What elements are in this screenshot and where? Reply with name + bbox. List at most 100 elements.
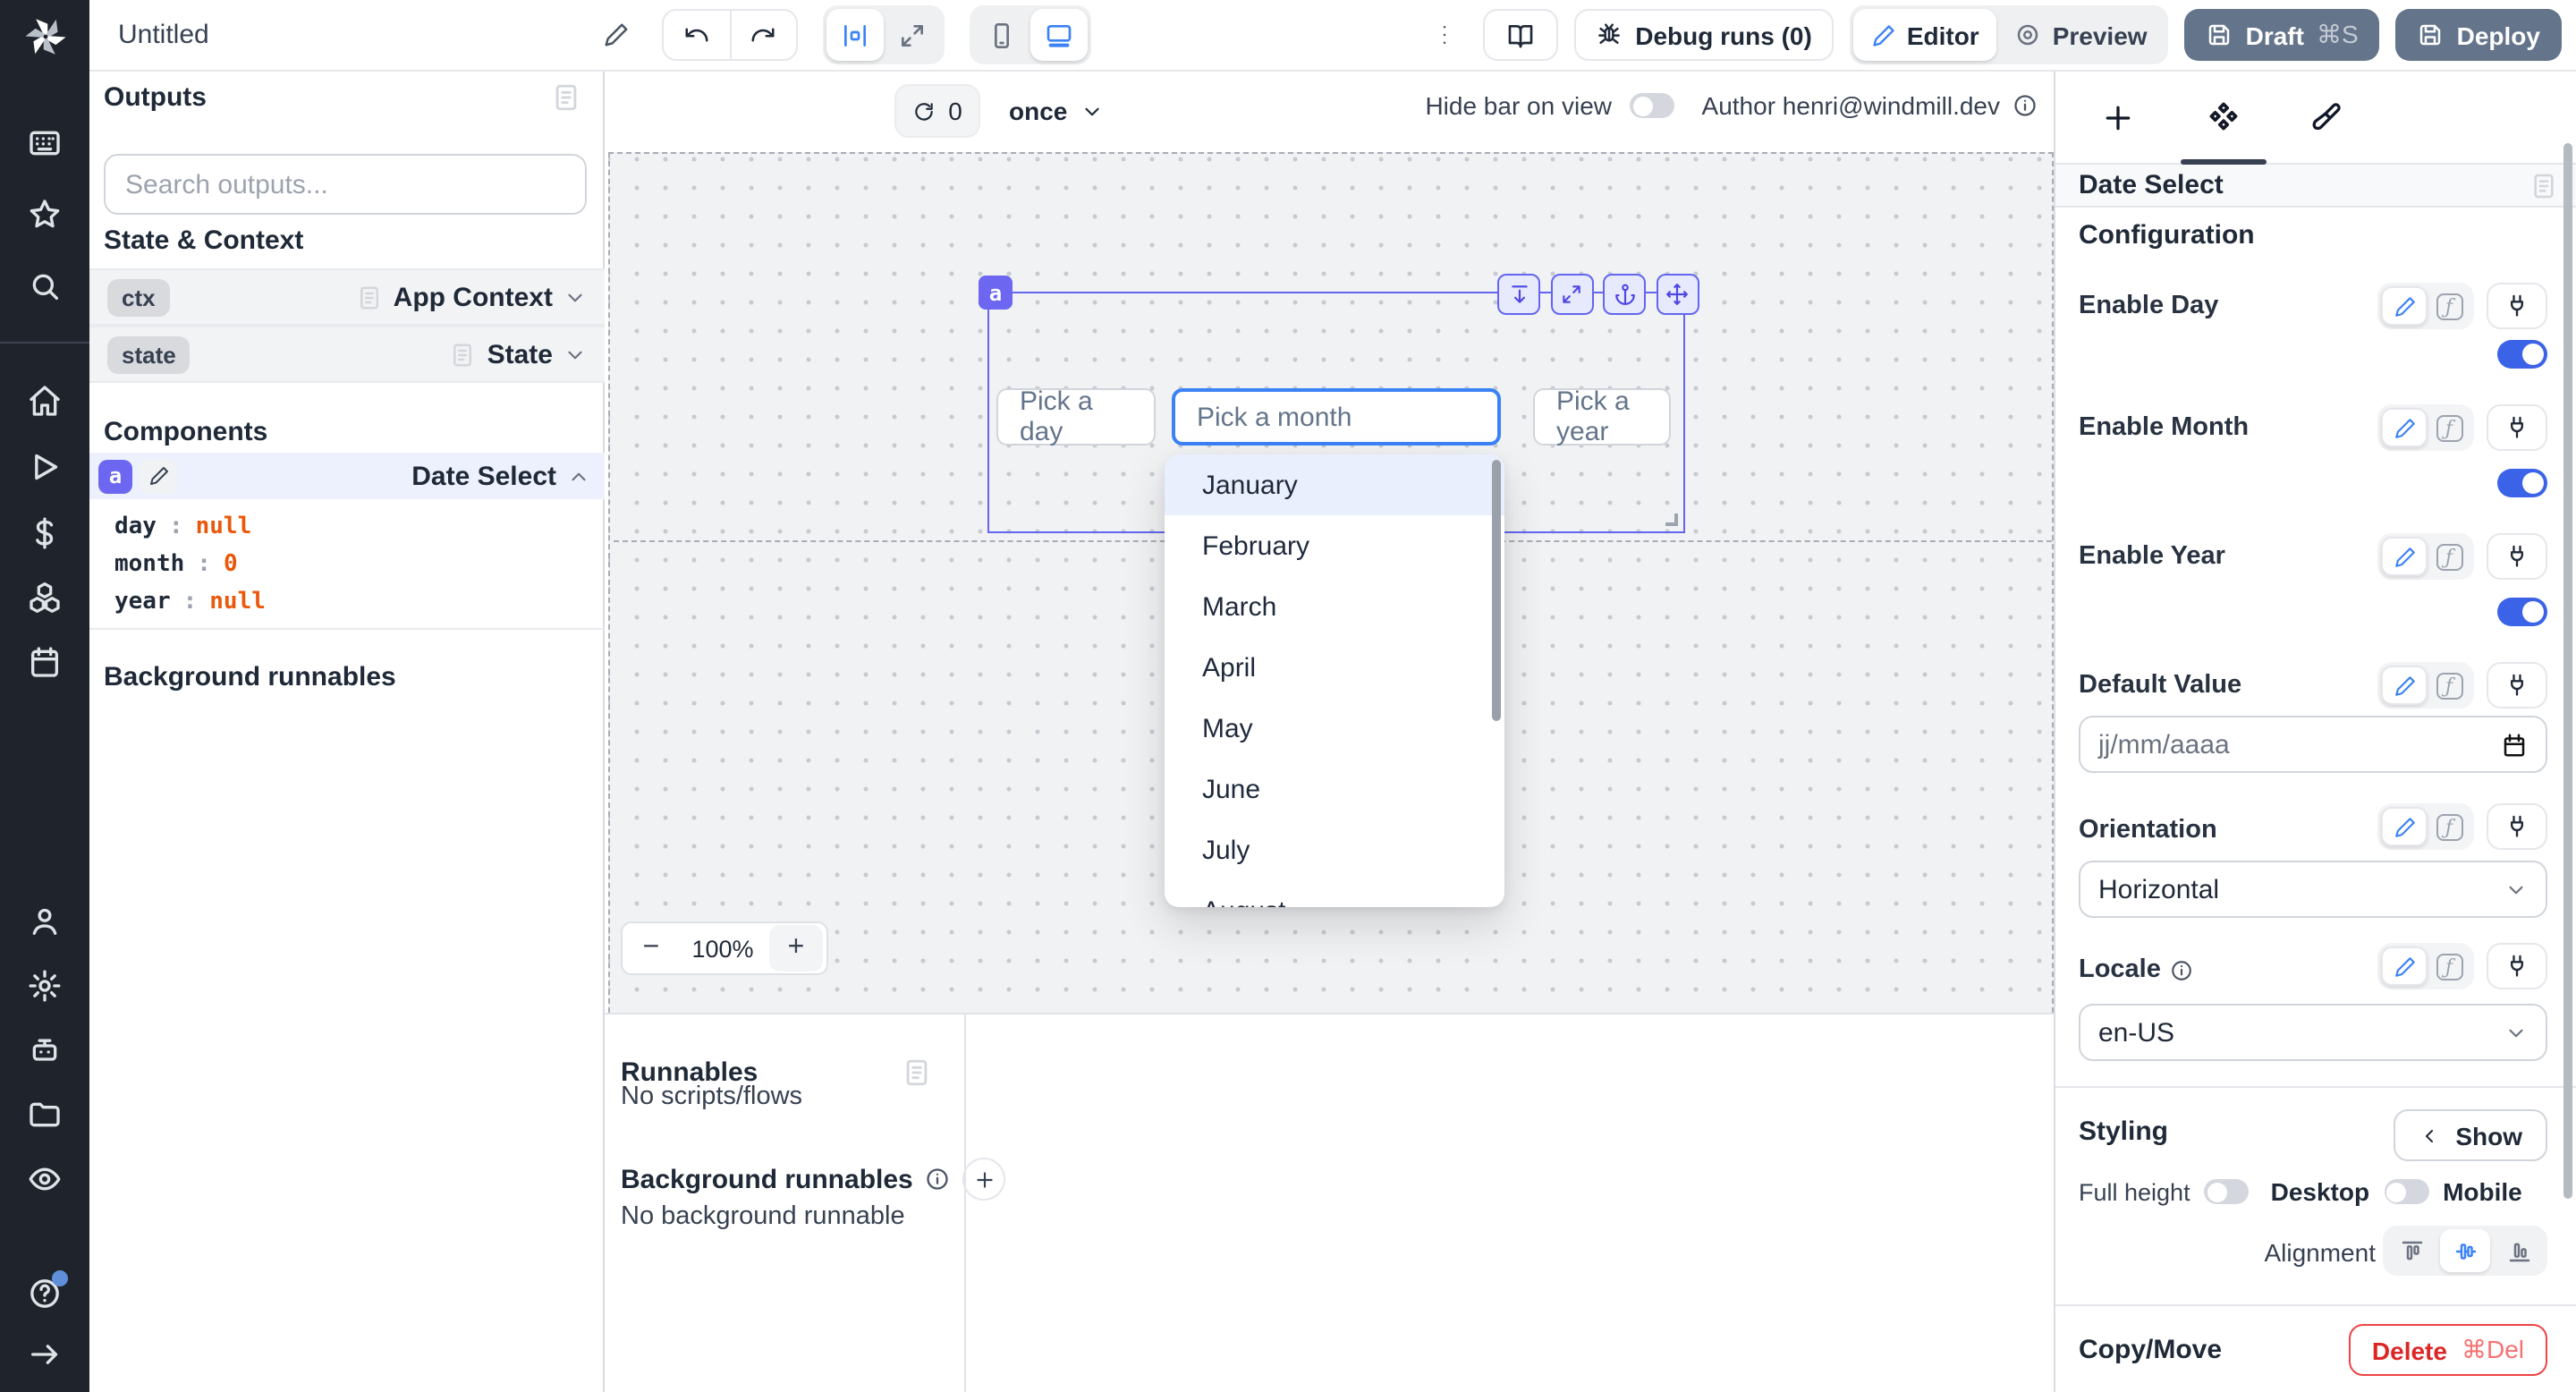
workers-robot-icon[interactable]: [27, 1032, 63, 1068]
eval-fx-icon[interactable]: ƒ: [2428, 286, 2470, 326]
zoom-out-button[interactable]: −: [623, 923, 680, 973]
default-value-date-input[interactable]: jj/mm/aaaa: [2079, 716, 2547, 773]
home-icon[interactable]: [27, 383, 63, 419]
audit-eye-icon[interactable]: [27, 1161, 63, 1197]
panel-divider[interactable]: [964, 1014, 966, 1392]
search-icon[interactable]: [27, 268, 63, 304]
connect-plug-icon[interactable]: [2487, 404, 2547, 451]
orientation-select[interactable]: Horizontal: [2079, 861, 2547, 918]
static-edit-pencil-icon[interactable]: [2381, 946, 2428, 986]
component-settings-tab[interactable]: [2197, 91, 2250, 145]
favorites-star-icon[interactable]: [27, 197, 63, 233]
connect-plug-icon[interactable]: [2487, 533, 2547, 580]
info-icon[interactable]: [2170, 958, 2193, 981]
styling-tab[interactable]: [2299, 91, 2352, 145]
help-icon[interactable]: [27, 1276, 63, 1311]
expand-full-icon[interactable]: [1550, 274, 1593, 315]
pick-year-input[interactable]: Pick a year: [1533, 388, 1671, 446]
desktop-view-button[interactable]: [1030, 9, 1088, 61]
month-option-july[interactable]: July: [1165, 819, 1504, 880]
collapse-arrow-icon[interactable]: [27, 1337, 63, 1372]
pick-month-input[interactable]: Pick a month: [1172, 388, 1501, 446]
static-edit-pencil-icon[interactable]: [2381, 666, 2428, 705]
ctx-row[interactable]: ctx App Context: [89, 268, 605, 326]
locale-select[interactable]: en-US: [2079, 1004, 2547, 1061]
full-height-toggle[interactable]: [2205, 1179, 2250, 1204]
static-edit-pencil-icon[interactable]: [2381, 807, 2428, 846]
align-top-button[interactable]: [2386, 1229, 2436, 1272]
eval-fx-icon[interactable]: ƒ: [2428, 666, 2470, 705]
eval-fx-icon[interactable]: ƒ: [2428, 807, 2470, 846]
windmill-logo[interactable]: [0, 0, 89, 72]
eval-fx-icon[interactable]: ƒ: [2428, 946, 2470, 986]
month-option-april[interactable]: April: [1165, 637, 1504, 698]
runs-play-icon[interactable]: [27, 449, 63, 485]
folders-icon[interactable]: [27, 1097, 63, 1133]
preview-tab[interactable]: Preview: [1997, 9, 2165, 61]
centered-layout-button[interactable]: [826, 9, 884, 61]
connect-plug-icon[interactable]: [2487, 662, 2547, 709]
outputs-doc-icon[interactable]: [551, 82, 581, 113]
enable-month-toggle[interactable]: [2497, 469, 2547, 497]
move-icon[interactable]: [1656, 274, 1699, 315]
chevron-up-icon[interactable]: [567, 464, 590, 488]
expand-down-icon[interactable]: [1497, 274, 1540, 315]
info-icon[interactable]: [926, 1167, 951, 1192]
search-outputs-input[interactable]: [104, 154, 587, 215]
deploy-button[interactable]: Deploy: [2396, 9, 2562, 61]
more-menu-icon[interactable]: [1420, 12, 1467, 58]
settings-gear-icon[interactable]: [27, 968, 63, 1004]
draft-button[interactable]: Draft ⌘S: [2185, 9, 2380, 61]
pick-day-input[interactable]: Pick a day: [996, 388, 1156, 446]
resources-cubes-icon[interactable]: [27, 580, 63, 615]
connect-plug-icon[interactable]: [2487, 283, 2547, 329]
static-edit-pencil-icon[interactable]: [2381, 408, 2428, 447]
month-option-march[interactable]: March: [1165, 576, 1504, 637]
hide-bar-toggle[interactable]: [1630, 93, 1674, 118]
month-option-august[interactable]: August: [1165, 880, 1504, 907]
rename-pencil-icon[interactable]: [140, 459, 177, 493]
enable-year-toggle[interactable]: [2497, 598, 2547, 626]
user-icon[interactable]: [27, 904, 63, 939]
apps-icon[interactable]: [27, 125, 63, 161]
info-icon[interactable]: [2012, 93, 2038, 118]
month-option-june[interactable]: June: [1165, 759, 1504, 819]
scrollbar-thumb[interactable]: [2563, 143, 2572, 1199]
month-option-january[interactable]: January: [1165, 454, 1504, 515]
redo-button[interactable]: [730, 11, 796, 59]
static-edit-pencil-icon[interactable]: [2381, 537, 2428, 576]
month-option-may[interactable]: May: [1165, 698, 1504, 759]
component-tree-row[interactable]: a Date Select: [89, 453, 605, 499]
add-background-runnable-button[interactable]: [963, 1158, 1006, 1201]
show-styling-button[interactable]: Show: [2393, 1109, 2547, 1161]
chevron-down-icon[interactable]: [564, 285, 587, 309]
edit-title-pencil-icon[interactable]: [594, 12, 640, 58]
app-canvas-grid[interactable]: a Pick a day: [608, 152, 2054, 1013]
full-width-button[interactable]: [884, 9, 941, 61]
state-row[interactable]: state State: [89, 326, 605, 383]
eval-fx-icon[interactable]: ƒ: [2428, 408, 2470, 447]
mobile-view-button[interactable]: [973, 9, 1030, 61]
variables-dollar-icon[interactable]: [27, 515, 63, 551]
enable-day-toggle[interactable]: [2497, 340, 2547, 369]
chevron-down-icon[interactable]: [564, 343, 587, 366]
calendar-icon[interactable]: [2501, 731, 2528, 758]
zoom-in-button[interactable]: +: [769, 925, 823, 972]
align-bottom-button[interactable]: [2494, 1229, 2544, 1272]
delete-component-button[interactable]: Delete ⌘Del: [2349, 1324, 2547, 1376]
editor-tab[interactable]: Editor: [1853, 9, 1997, 61]
resize-handle[interactable]: [1665, 514, 1678, 526]
mobile-toggle[interactable]: [2384, 1179, 2428, 1204]
month-option-february[interactable]: February: [1165, 515, 1504, 576]
canvas-component-id-badge[interactable]: a: [979, 276, 1013, 310]
docs-book-button[interactable]: [1483, 9, 1558, 61]
undo-button[interactable]: [664, 11, 730, 59]
schedule-dropdown[interactable]: once: [1009, 84, 1103, 138]
refresh-button[interactable]: 0: [894, 84, 980, 138]
anchor-icon[interactable]: [1603, 274, 1646, 315]
eval-fx-icon[interactable]: ƒ: [2428, 537, 2470, 576]
static-edit-pencil-icon[interactable]: [2381, 286, 2428, 326]
debug-runs-button[interactable]: Debug runs (0): [1574, 9, 1834, 61]
align-center-button[interactable]: [2440, 1229, 2490, 1272]
schedules-calendar-icon[interactable]: [27, 644, 63, 680]
